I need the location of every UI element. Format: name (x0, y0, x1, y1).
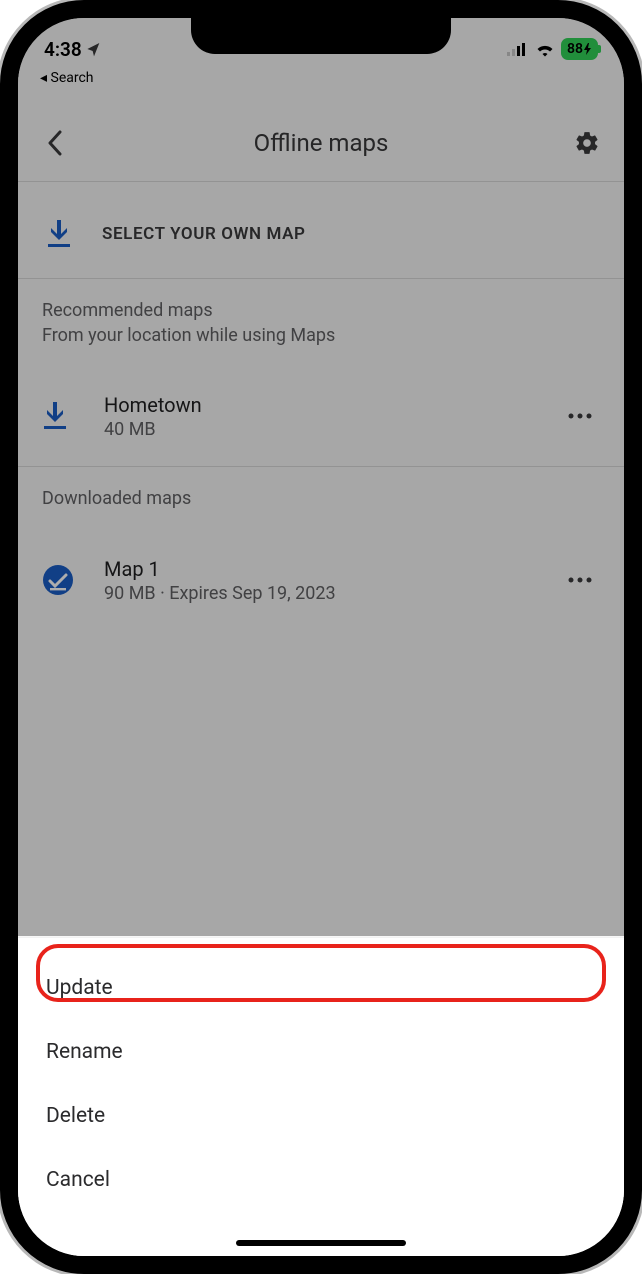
page-title: Offline maps (254, 129, 389, 157)
map-item-detail: 90 MB · Expires Sep 19, 2023 (104, 583, 560, 604)
download-icon (42, 402, 86, 430)
more-horizontal-icon (568, 577, 592, 583)
settings-button[interactable] (570, 126, 604, 160)
map-item-detail: 40 MB (104, 419, 560, 440)
recommended-subtitle: From your location while using Maps (42, 325, 600, 346)
phone-frame: 4:38 88 ◂ Search Offline maps (0, 0, 642, 1274)
screen: 4:38 88 ◂ Search Offline maps (18, 18, 624, 1256)
wifi-icon (535, 41, 555, 57)
back-button[interactable] (38, 126, 72, 160)
battery-indicator: 88 (561, 38, 598, 60)
recommended-map-row[interactable]: Hometown 40 MB (18, 374, 624, 458)
status-left: 4:38 (44, 38, 102, 61)
battery-percent: 88 (567, 41, 583, 57)
recommended-section-header: Recommended maps From your location whil… (42, 300, 600, 346)
more-options-button[interactable] (560, 577, 600, 583)
gear-icon (574, 130, 600, 156)
downloaded-check-icon (42, 564, 86, 596)
downloaded-map-row[interactable]: Map 1 90 MB · Expires Sep 19, 2023 (18, 538, 624, 622)
downloaded-section-header: Downloaded maps (42, 488, 600, 509)
sheet-item-rename[interactable]: Rename (18, 1020, 624, 1084)
map-item-text: Map 1 90 MB · Expires Sep 19, 2023 (104, 557, 560, 604)
divider (18, 466, 624, 467)
select-your-own-map-label: SELECT YOUR OWN MAP (102, 224, 306, 244)
select-your-own-map-row[interactable]: SELECT YOUR OWN MAP (18, 194, 624, 274)
chevron-left-icon (47, 130, 63, 156)
status-time: 4:38 (44, 38, 82, 61)
download-icon (42, 220, 76, 248)
sheet-item-update[interactable]: Update (18, 956, 624, 1020)
action-sheet: Update Rename Delete Cancel (18, 937, 624, 1256)
recommended-title: Recommended maps (42, 300, 600, 321)
divider (18, 278, 624, 279)
more-options-button[interactable] (560, 413, 600, 419)
location-arrow-icon (86, 41, 102, 57)
device-notch (191, 18, 451, 54)
bolt-icon (584, 43, 592, 55)
cellular-icon (507, 42, 529, 56)
map-item-name: Map 1 (104, 557, 560, 581)
map-item-name: Hometown (104, 393, 560, 417)
status-right: 88 (507, 38, 598, 60)
more-horizontal-icon (568, 413, 592, 419)
back-to-app-link[interactable]: ◂ Search (40, 70, 94, 86)
sheet-item-cancel[interactable]: Cancel (18, 1148, 624, 1212)
divider (18, 181, 624, 182)
home-indicator[interactable] (236, 1240, 406, 1246)
app-header: Offline maps (18, 108, 624, 178)
sheet-item-delete[interactable]: Delete (18, 1084, 624, 1148)
downloaded-title: Downloaded maps (42, 488, 600, 509)
map-item-text: Hometown 40 MB (104, 393, 560, 440)
